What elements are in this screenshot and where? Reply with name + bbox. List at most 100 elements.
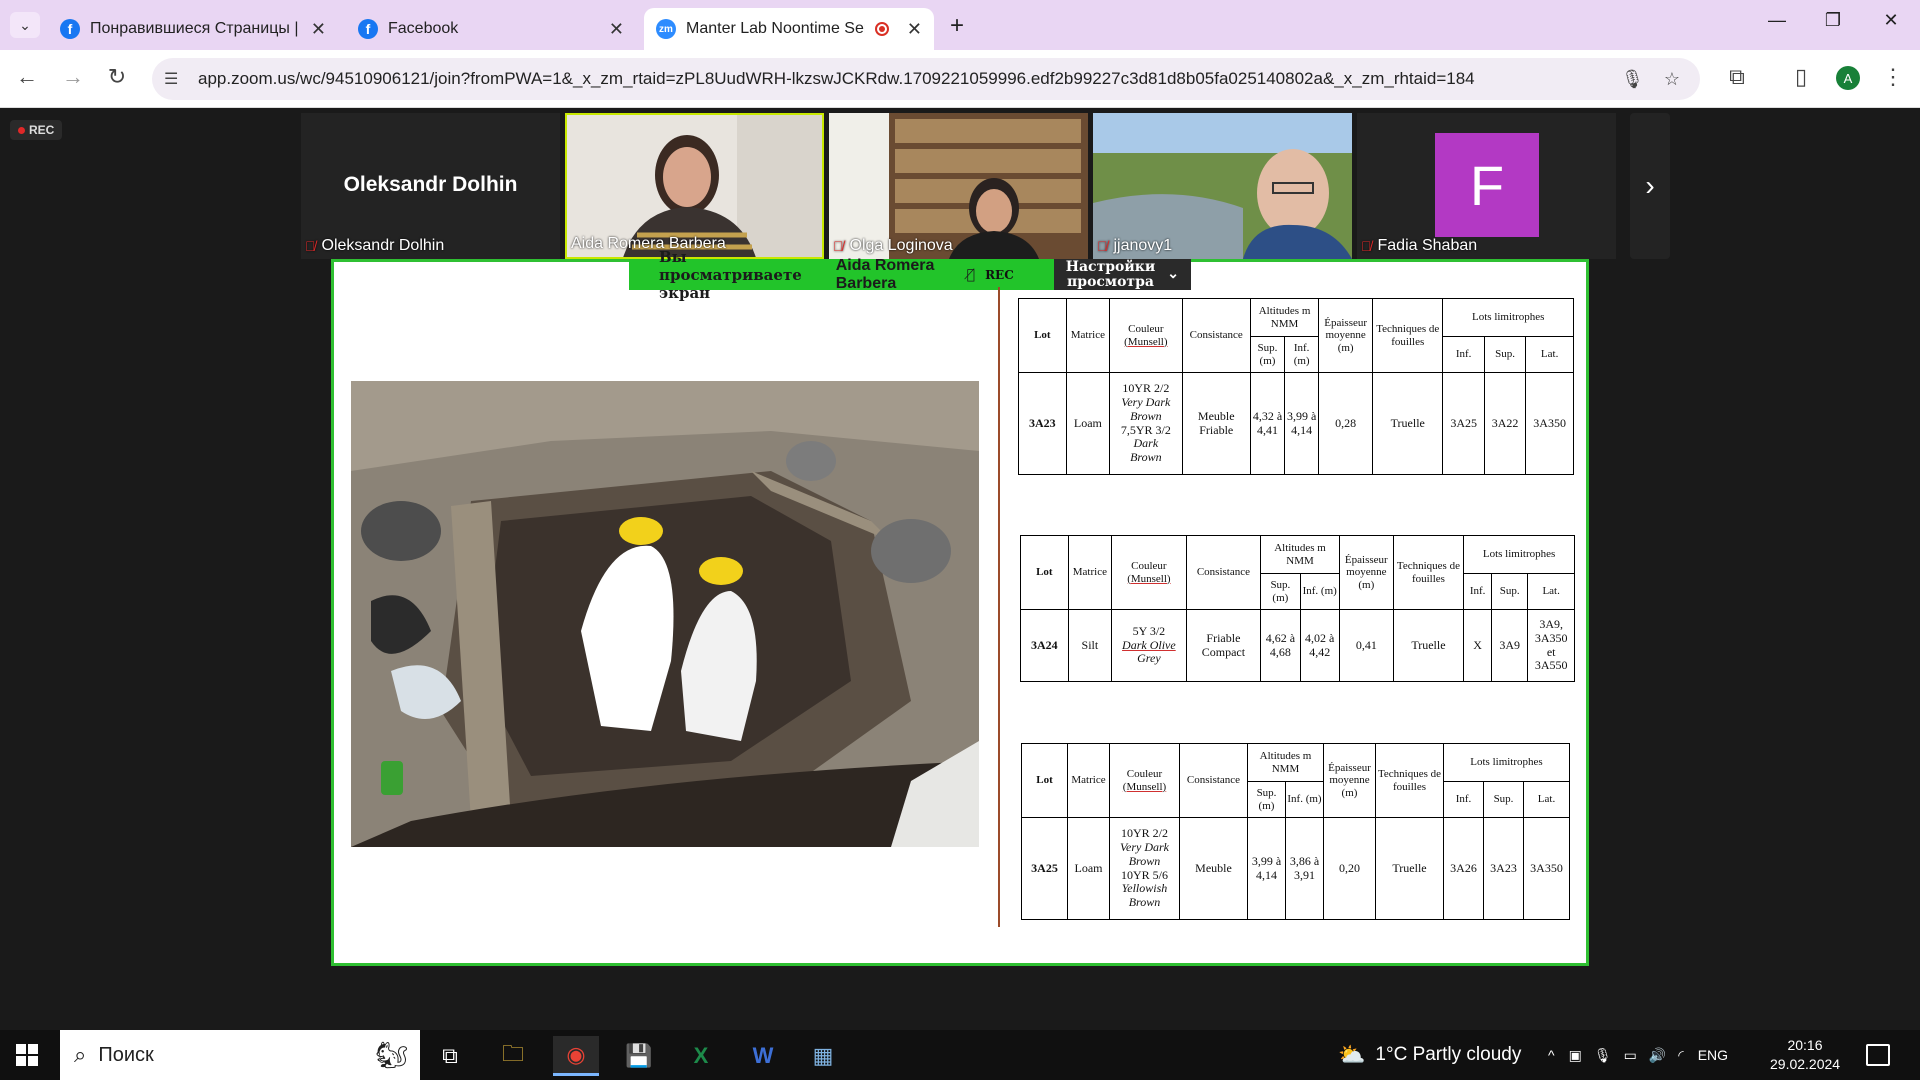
address-bar[interactable]: ☰ app.zoom.us/wc/94510906121/join?fromPW… [152,58,1700,100]
volume-icon[interactable]: 🔊 [1649,1047,1666,1064]
cell-lot: 3A25 [1021,817,1068,920]
header-couleur: Couleur (Munsell) [1109,298,1183,373]
header-techniques: Techniques de fouilles [1372,298,1444,373]
cell-techniques: Truelle [1392,609,1465,682]
recording-icon [874,22,889,36]
mic-muted-icon: 🎙̸ [966,266,976,283]
next-page-button[interactable]: › [1630,113,1670,259]
cell-matrice: Silt [1067,609,1113,682]
couleur-label: Couleur [1128,322,1164,335]
start-button[interactable] [16,1044,38,1066]
header-inf: Inf. (m) [1284,336,1320,373]
url-text[interactable]: app.zoom.us/wc/94510906121/join?fromPWA=… [198,69,1621,89]
header-lots-limitrophes: Lots limitrophes [1463,535,1575,574]
participant-tile[interactable]: F 🎙̸ Fadia Shaban [1357,113,1616,259]
facebook-icon: f [358,19,378,39]
cell-lim-sup: 3A23 [1483,817,1524,920]
mic-muted-icon: 🎙̸ [833,238,844,254]
couleur-line: Brown [1111,408,1180,424]
participant-big-name: Oleksandr Dolhin [343,173,518,196]
close-window-button[interactable]: ✕ [1876,10,1906,31]
zoom-meeting: REC Oleksandr Dolhin 🎙̸ Oleksandr Dolhin… [0,108,1920,1030]
microphone-icon[interactable]: 🎙 [1594,1047,1612,1064]
munsell-label: (Munsell) [1124,335,1168,348]
taskbar-search[interactable]: ⌕ Поиск 🐿 [60,1030,420,1080]
participant-tile[interactable]: Oleksandr Dolhin 🎙̸ Oleksandr Dolhin [301,113,560,259]
participant-tile[interactable]: 🎙̸ Olga Loginova [829,113,1088,259]
clock[interactable]: 20:16 29.02.2024 [1770,1036,1840,1074]
restore-button[interactable]: ❐ [1818,10,1848,31]
microphone-icon[interactable]: 🎙 [1621,69,1644,90]
header-sup: Sup. (m) [1247,781,1286,818]
forward-button[interactable]: → [58,64,88,90]
new-tab-button[interactable]: + [950,12,964,40]
extensions-icon[interactable]: ⧉ [1722,64,1752,90]
wifi-icon[interactable]: ◜ [1678,1047,1683,1064]
cell-inf: 3,99 à 4,14 [1284,372,1320,475]
close-icon[interactable]: ✕ [311,19,326,40]
view-options-button[interactable]: Настройки просмотра ⌄ [1053,259,1191,290]
close-icon[interactable]: ✕ [609,19,624,40]
more-menu-icon[interactable]: ⋮ [1878,64,1908,90]
excel-icon[interactable]: X [678,1036,724,1076]
reload-button[interactable]: ↻ [102,64,132,90]
tab-facebook[interactable]: f Facebook ✕ [346,8,636,50]
header-lim-lat: Lat. [1523,781,1570,818]
slide-divider [998,287,1000,927]
calculator-icon[interactable]: ▦ [800,1036,846,1076]
couleur-line: Grey [1113,651,1185,666]
participant-tile[interactable]: Aida Romera Barbera [565,113,824,259]
save-app-icon[interactable]: 💾 [616,1036,662,1076]
header-techniques: Techniques de fouilles [1375,743,1444,818]
language-indicator[interactable]: ENG [1698,1047,1728,1063]
header-altitudes: Altitudes m NMM [1260,535,1340,574]
header-matrice: Matrice [1067,743,1110,818]
header-consistance: Consistance [1179,743,1248,818]
chevron-right-icon: › [1645,170,1655,201]
chevron-up-icon[interactable]: ^ [1548,1047,1555,1063]
notification-icon[interactable] [1866,1044,1890,1066]
side-panel-icon[interactable]: ▯ [1786,64,1816,90]
cell-sup: 4,32 à 4,41 [1249,372,1286,475]
cell-epaisseur: 0,20 [1323,817,1376,920]
minimize-button[interactable]: — [1762,10,1792,31]
couleur-italic: Very Dark [1120,839,1169,854]
couleur-line: Dark Olive [1113,638,1185,653]
battery-icon[interactable]: ▭ [1624,1047,1637,1064]
file-explorer-icon[interactable]: 🗀 [490,1036,536,1076]
cell-couleur: 10YR 2/2 Very Dark Brown 7,5YR 3/2 Dark … [1109,372,1183,475]
participant-label: 🎙̸ Fadia Shaban [1361,237,1477,255]
header-epaisseur: Épaisseur moyenne (m) [1318,298,1374,373]
header-consistance: Consistance [1185,535,1262,610]
header-inf: Inf. (m) [1299,573,1340,610]
profile-avatar[interactable]: A [1836,66,1860,90]
couleur-line: Yellowish [1111,881,1178,896]
header-lim-sup: Sup. [1491,573,1529,610]
tab-search-button[interactable]: ⌄ [10,12,40,38]
clock-time: 20:16 [1787,1037,1823,1053]
site-info-icon[interactable]: ☰ [164,69,190,89]
header-lim-lat: Lat. [1527,573,1575,610]
participant-avatar: F [1435,133,1539,237]
cell-matrice: Loam [1067,817,1110,920]
task-view-icon[interactable]: ⧉ [427,1036,473,1076]
weather-widget[interactable]: ⛅ 1°C Partly cloudy [1338,1030,1521,1080]
cell-lim-inf: 3A25 [1442,372,1485,475]
back-button[interactable]: ← [12,64,42,90]
star-icon[interactable]: ☆ [1664,69,1680,90]
rec-label: REC [29,123,55,137]
tab-liked-pages[interactable]: f Понравившиеся Страницы | Fa ✕ [48,8,338,50]
couleur-italic: Dark [1133,436,1159,451]
munsell-label: (Munsell) [1122,780,1167,793]
cell-lim-sup: 3A9 [1491,609,1529,682]
word-icon[interactable]: W [740,1036,786,1076]
close-icon[interactable]: ✕ [907,19,922,40]
participant-tile[interactable]: 🎙̸ jjanovy1 [1093,113,1352,259]
couleur-line: 10YR 5/6 [1120,867,1168,882]
chrome-icon[interactable]: ◉ [553,1036,599,1076]
header-lim-lat: Lat. [1525,336,1574,373]
camera-icon[interactable]: ▣ [1569,1047,1582,1064]
share-rec-label: REC [985,267,1014,282]
tab-zoom-meeting[interactable]: zm Manter Lab Noontime Semi ✕ [644,8,934,50]
couleur-italic: Brown [1130,408,1162,423]
